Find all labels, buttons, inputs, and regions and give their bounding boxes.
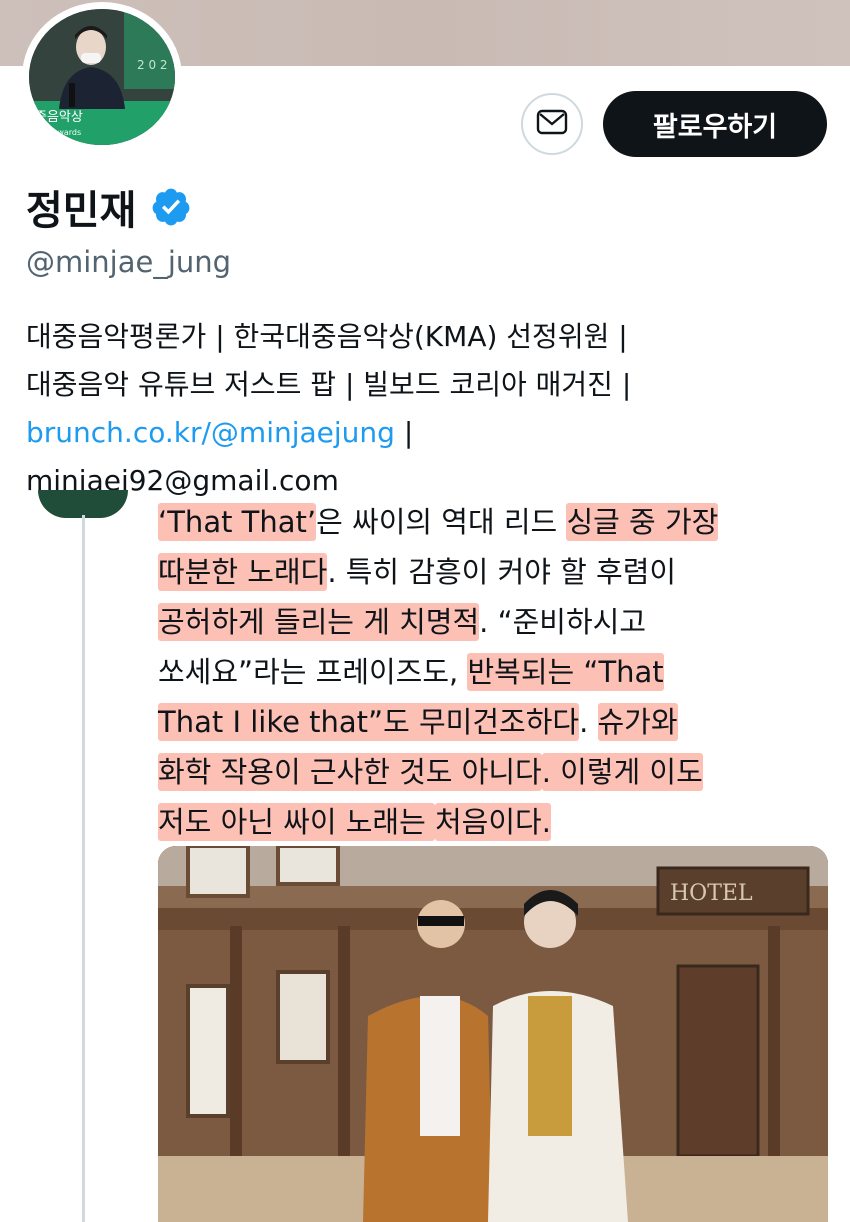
highlight: 공허하게 들리는 게 치명적 bbox=[158, 603, 480, 641]
tweet-line: That I like that”도 무미건조하다. 슈가와 bbox=[158, 697, 838, 747]
profile-name: 정민재 bbox=[26, 178, 192, 236]
bio-line: 대중음악평론가 | 한국대중음악상(KMA) 선정위원 | bbox=[26, 320, 628, 353]
bio-link[interactable]: brunch.co.kr/@minjaejung bbox=[26, 416, 395, 449]
bio-text: 대중음악 유튜브 저스트 팝 | 빌보드 코리아 매거진 | bbox=[26, 368, 632, 401]
thread-avatar[interactable] bbox=[38, 490, 128, 518]
highlight: 화학 작용이 근사한 것도 아니다 bbox=[158, 753, 542, 791]
highlight: . 이렇게 이도 bbox=[541, 753, 703, 791]
svg-text:HOTEL: HOTEL bbox=[670, 881, 753, 906]
highlight: ‘That That’ bbox=[158, 503, 317, 541]
tweet-line: 공허하게 들리는 게 치명적. “준비하시고 bbox=[158, 597, 838, 647]
tweet-fragment: . bbox=[579, 705, 598, 739]
verified-badge-icon[interactable] bbox=[150, 186, 192, 228]
profile-bio: 대중음악평론가 | 한국대중음악상(KMA) 선정위원 | 대중음악 유튜브 저… bbox=[26, 313, 836, 505]
tweet-line: 쏘세요”라는 프레이즈도, 반복되는 “That bbox=[158, 647, 838, 697]
profile-avatar[interactable]: 2 0 2 중음악상 ic Awards bbox=[22, 2, 182, 152]
tweet-line: ‘That That’은 싸이의 역대 리드 싱글 중 가장 bbox=[158, 497, 838, 547]
tweet-line: 저도 아닌 싸이 노래는 처음이다. bbox=[158, 797, 838, 847]
tweet-photo[interactable]: HOTEL bbox=[158, 846, 828, 1222]
profile-name-text: 정민재 bbox=[26, 188, 137, 234]
profile-handle: @minjae_jung bbox=[26, 245, 232, 279]
envelope-icon bbox=[536, 109, 568, 139]
svg-text:중음악상: 중음악상 bbox=[35, 110, 83, 125]
highlight: 저도 아닌 싸이 노래는 bbox=[158, 803, 435, 841]
tweet-fragment: 쏘세요”라는 프레이즈도, bbox=[158, 655, 468, 689]
bio-separator: | bbox=[394, 416, 414, 449]
highlight: That I like that”도 무미건조하다 bbox=[158, 703, 580, 741]
highlight: 처음이다. bbox=[435, 803, 551, 841]
highlight: 따분한 노래다 bbox=[158, 553, 328, 591]
tweet-line: 따분한 노래다. 특히 감흥이 커야 할 후렴이 bbox=[158, 547, 838, 597]
highlight: 슈가와 bbox=[597, 703, 678, 741]
message-button[interactable] bbox=[521, 93, 583, 155]
tweet-text: ‘That That’은 싸이의 역대 리드 싱글 중 가장 따분한 노래다. … bbox=[158, 497, 838, 847]
tweet-line: 화학 작용이 근사한 것도 아니다. 이렇게 이도 bbox=[158, 747, 838, 797]
tweet-fragment: . 특히 감흥이 커야 할 후렴이 bbox=[327, 555, 677, 589]
tweet-fragment: . “준비하시고 bbox=[479, 605, 647, 639]
svg-text:2 0 2: 2 0 2 bbox=[137, 58, 168, 72]
follow-button[interactable]: 팔로우하기 bbox=[603, 91, 827, 157]
tweet-fragment: 은 싸이의 역대 리드 bbox=[316, 505, 567, 539]
bio-line: 대중음악 유튜브 저스트 팝 | 빌보드 코리아 매거진 | bbox=[26, 361, 836, 409]
highlight: 싱글 중 가장 bbox=[566, 503, 719, 541]
highlight: 반복되는 “That bbox=[467, 653, 664, 691]
bio-line: brunch.co.kr/@minjaejung | bbox=[26, 409, 836, 457]
svg-text:ic Awards: ic Awards bbox=[43, 128, 81, 137]
thread-connector-line bbox=[82, 515, 85, 1222]
